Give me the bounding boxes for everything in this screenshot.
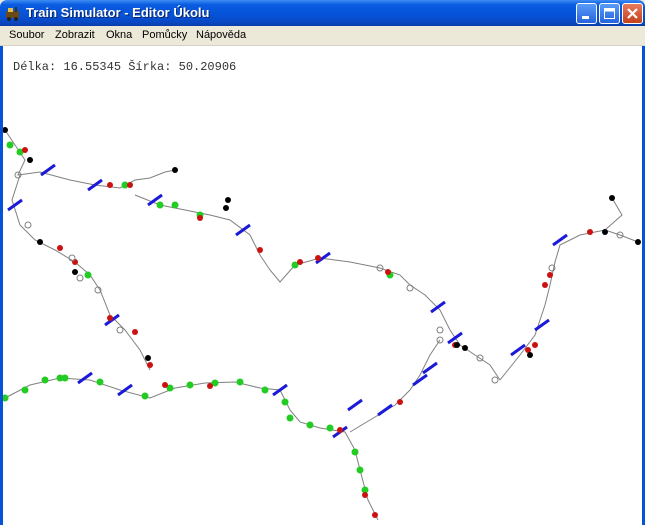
junction-marker	[24, 221, 32, 229]
green-marker	[171, 201, 179, 209]
minimize-icon	[582, 16, 589, 19]
red-marker	[372, 512, 378, 518]
green-marker	[96, 378, 104, 386]
red-marker	[337, 427, 343, 433]
green-marker	[186, 381, 194, 389]
menu-soubor[interactable]: Soubor	[9, 29, 44, 41]
red-marker	[397, 399, 403, 405]
green-marker	[56, 374, 64, 382]
red-marker	[385, 269, 391, 275]
junction-marker	[491, 376, 499, 384]
track-line	[11, 174, 151, 371]
red-marker	[127, 182, 133, 188]
signal-marker	[510, 343, 526, 357]
green-marker	[84, 271, 92, 279]
train-app-icon[interactable]	[5, 5, 21, 21]
track-line	[134, 194, 501, 381]
signal-marker	[77, 371, 93, 385]
green-marker	[286, 414, 294, 422]
green-marker	[156, 201, 164, 209]
track-line	[604, 197, 623, 231]
black-marker	[225, 197, 231, 203]
app-window: Train Simulator - Editor Úkolu Soubor Zo…	[0, 0, 645, 525]
red-marker	[132, 329, 138, 335]
minimize-button[interactable]	[576, 3, 597, 24]
red-marker	[362, 492, 368, 498]
menu-napoveda[interactable]: Nápověda	[196, 29, 246, 41]
maximize-icon	[604, 8, 615, 19]
junction-marker	[436, 326, 444, 334]
track-map[interactable]	[3, 46, 642, 525]
map-canvas[interactable]: Délka: 16.55345 Šírka: 50.20906	[3, 46, 642, 525]
green-marker	[236, 378, 244, 386]
red-marker	[162, 382, 168, 388]
red-marker	[107, 182, 113, 188]
green-marker	[141, 392, 149, 400]
black-marker	[37, 239, 43, 245]
junction-marker	[116, 326, 124, 334]
close-button[interactable]	[622, 3, 643, 24]
track-line	[349, 339, 441, 433]
red-marker	[72, 259, 78, 265]
red-marker	[107, 315, 113, 321]
black-marker	[602, 229, 608, 235]
signal-marker	[552, 233, 568, 247]
black-marker	[635, 239, 641, 245]
green-marker	[21, 386, 29, 394]
red-marker	[297, 259, 303, 265]
red-marker	[207, 383, 213, 389]
green-marker	[261, 386, 269, 394]
green-marker	[281, 398, 289, 406]
menu-okna[interactable]: Okna	[106, 29, 132, 41]
red-marker	[542, 282, 548, 288]
signal-marker	[87, 178, 103, 192]
red-marker	[257, 247, 263, 253]
signal-marker	[447, 331, 463, 345]
black-marker	[527, 352, 533, 358]
red-marker	[587, 229, 593, 235]
red-marker	[22, 147, 28, 153]
red-marker	[547, 272, 553, 278]
green-marker	[306, 421, 314, 429]
red-marker	[147, 362, 153, 368]
green-marker	[356, 466, 364, 474]
green-marker	[351, 448, 359, 456]
track-line	[4, 377, 379, 521]
window-title: Train Simulator - Editor Úkolu	[26, 5, 210, 20]
maximize-button[interactable]	[599, 3, 620, 24]
black-marker	[462, 345, 468, 351]
signal-marker	[377, 403, 393, 417]
black-marker	[145, 355, 151, 361]
signal-marker	[412, 373, 428, 387]
black-marker	[609, 195, 615, 201]
red-marker	[197, 215, 203, 221]
black-marker	[454, 342, 460, 348]
menu-zobrazit[interactable]: Zobrazit	[55, 29, 95, 41]
green-marker	[41, 376, 49, 384]
black-marker	[172, 167, 178, 173]
junction-marker	[76, 274, 84, 282]
title-bar[interactable]: Train Simulator - Editor Úkolu	[0, 0, 645, 26]
signal-marker	[40, 163, 56, 177]
black-marker	[72, 269, 78, 275]
junction-marker	[406, 284, 414, 292]
black-marker	[223, 205, 229, 211]
black-marker	[3, 127, 8, 133]
red-marker	[315, 255, 321, 261]
green-marker	[6, 141, 14, 149]
menu-bar: Soubor Zobrazit Okna Pomůcky Nápověda	[0, 26, 645, 46]
signal-marker	[347, 398, 363, 412]
red-marker	[57, 245, 63, 251]
green-marker	[326, 424, 334, 432]
signal-marker	[534, 318, 550, 332]
black-marker	[27, 157, 33, 163]
red-marker	[532, 342, 538, 348]
close-icon	[627, 8, 638, 19]
green-marker	[3, 394, 9, 402]
menu-pomucky[interactable]: Pomůcky	[142, 29, 187, 41]
track-line	[499, 229, 639, 381]
